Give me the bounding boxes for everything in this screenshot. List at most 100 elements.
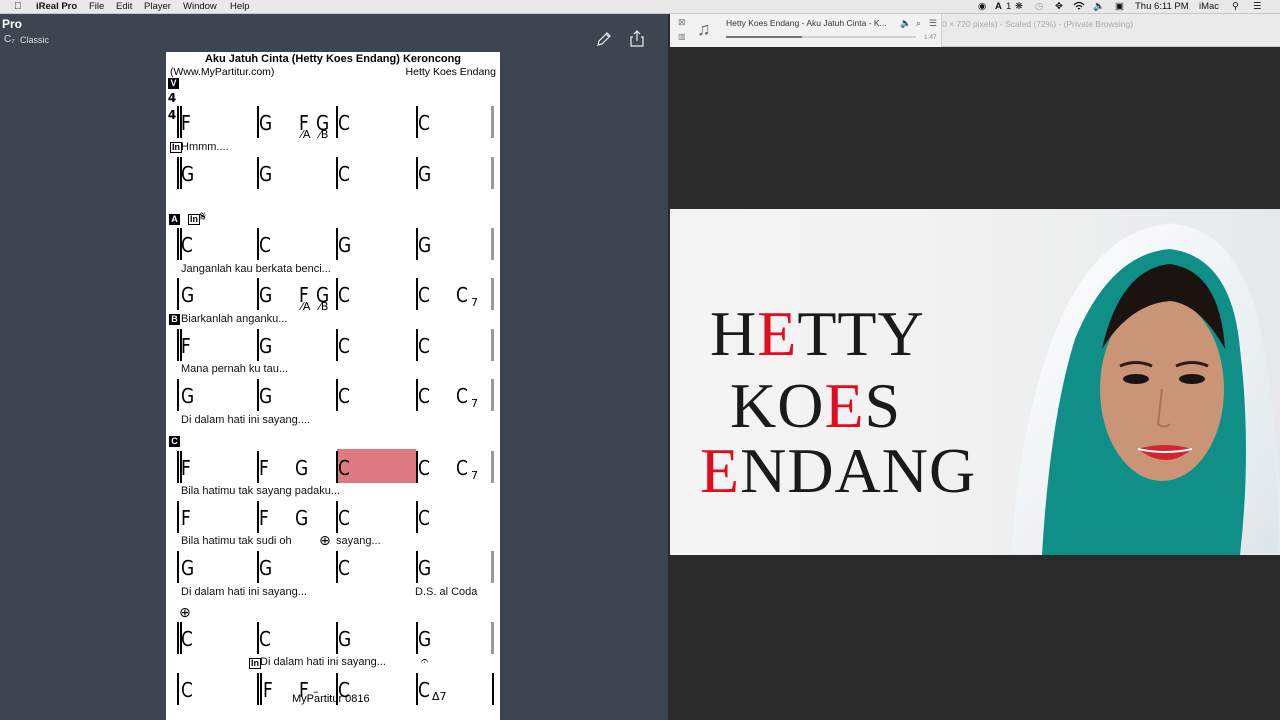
measure[interactable]: C: [257, 226, 337, 262]
menu-player[interactable]: Player: [144, 1, 171, 12]
measure[interactable]: C Δ7: [416, 671, 496, 707]
banner-line-2: KOES: [730, 370, 902, 441]
measure[interactable]: C: [336, 549, 416, 585]
chord: C: [418, 334, 430, 358]
measure[interactable]: C: [416, 104, 496, 140]
menu-help[interactable]: Help: [230, 1, 250, 12]
measure[interactable]: C: [336, 104, 416, 140]
chord-row: G G C G: [166, 549, 500, 585]
volume-icon[interactable]: 🔈: [1093, 1, 1105, 12]
menu-app[interactable]: iReal Pro: [36, 1, 77, 12]
sidebar-icon[interactable]: ▥: [678, 32, 686, 41]
user-name[interactable]: iMac: [1199, 1, 1219, 12]
adobe-icon[interactable]: A: [995, 1, 1002, 12]
measure[interactable]: C: [257, 620, 337, 656]
measure[interactable]: G: [336, 226, 416, 262]
measure[interactable]: G: [257, 549, 337, 585]
slash-bass: A: [302, 300, 311, 313]
chord: G: [259, 283, 273, 307]
measure[interactable]: C: [416, 327, 496, 363]
section-marker-a: A: [169, 214, 180, 225]
measure[interactable]: G: [416, 155, 496, 191]
chord-row: G G C CC7: [166, 377, 500, 413]
lyric-line: Di dalam hati ini sayang....: [181, 414, 311, 426]
measure[interactable]: CC7: [416, 449, 496, 485]
final-bar: [492, 673, 494, 705]
video-frame[interactable]: HETTY KOES ENDANG: [670, 209, 1280, 555]
chord: G: [259, 556, 273, 580]
share-icon[interactable]: [628, 30, 646, 48]
clock[interactable]: Thu 6:11 PM: [1135, 1, 1189, 12]
singer-portrait: [1009, 222, 1280, 555]
menu-edit[interactable]: Edit: [116, 1, 132, 12]
measure[interactable]: C: [336, 499, 416, 535]
apple-icon[interactable]: : [14, 1, 22, 12]
measure[interactable]: F: [177, 449, 257, 485]
measure[interactable]: G: [177, 377, 257, 413]
close-icon[interactable]: ⊠: [678, 17, 686, 28]
chord: G: [181, 556, 195, 580]
measure[interactable]: F: [177, 499, 257, 535]
measure[interactable]: G: [416, 620, 496, 656]
measure[interactable]: G: [416, 549, 496, 585]
weather-icon[interactable]: ❋: [1015, 1, 1023, 12]
menu-file[interactable]: File: [89, 1, 104, 12]
measure[interactable]: C: [177, 620, 257, 656]
measure[interactable]: G: [177, 549, 257, 585]
section-marker-b: B: [169, 314, 180, 325]
chord-row: G G C G: [166, 155, 500, 191]
measure[interactable]: CC7: [416, 377, 496, 413]
measure[interactable]: C: [177, 226, 257, 262]
style-label[interactable]: Classic: [20, 35, 49, 45]
notification-icon[interactable]: ☰: [1253, 1, 1262, 12]
chord-sheet[interactable]: Aku Jatuh Cinta (Hetty Koes Endang) Kero…: [166, 52, 500, 720]
measure[interactable]: C: [336, 155, 416, 191]
measure[interactable]: FG: [257, 449, 337, 485]
chord: C: [338, 384, 350, 408]
search-icon[interactable]: ⌕: [916, 18, 921, 29]
network-icon[interactable]: ✥: [1055, 1, 1063, 12]
segno-icon: 𝄋: [200, 209, 207, 225]
lyric-line: Bila hatimu tak sudi oh: [181, 535, 292, 547]
spotlight-icon[interactable]: ⚲: [1232, 1, 1239, 12]
playlist-icon[interactable]: ☰: [929, 18, 937, 29]
measure[interactable]: C: [177, 671, 257, 707]
measure[interactable]: G: [257, 327, 337, 363]
chord: C: [181, 233, 193, 257]
chord: G: [418, 162, 432, 186]
volume-icon[interactable]: 🔈: [900, 18, 911, 29]
measure[interactable]: G: [177, 276, 257, 312]
measure[interactable]: G: [257, 155, 337, 191]
chord: G: [418, 233, 432, 257]
ds-al-coda: D.S. al Coda: [415, 586, 478, 598]
measure[interactable]: G: [336, 620, 416, 656]
measure[interactable]: G: [416, 226, 496, 262]
measure[interactable]: C: [336, 377, 416, 413]
chord: F: [181, 334, 191, 358]
measure[interactable]: C: [336, 327, 416, 363]
bar-end: [491, 228, 494, 260]
measure[interactable]: C: [416, 499, 496, 535]
coda-icon: ⊕: [319, 533, 331, 549]
display-icon[interactable]: ▣: [1115, 1, 1124, 12]
menu-window[interactable]: Window: [183, 1, 217, 12]
measure[interactable]: F: [177, 327, 257, 363]
measure[interactable]: G: [177, 155, 257, 191]
chord: C: [259, 233, 271, 257]
style-icon[interactable]: C₇: [4, 34, 15, 45]
measure[interactable]: G: [257, 377, 337, 413]
measure[interactable]: C: [336, 276, 416, 312]
chord: G: [418, 556, 432, 580]
edit-icon[interactable]: [595, 30, 613, 48]
measure[interactable]: CC7: [416, 276, 496, 312]
now-playing-widget[interactable]: ⊠ ▥ ♫ Hetty Koes Endang - Aku Jatuh Cint…: [670, 14, 942, 47]
measure[interactable]: F: [177, 104, 257, 140]
record-icon[interactable]: ◉: [978, 1, 986, 12]
wifi-icon[interactable]: [1073, 1, 1085, 14]
measure-current[interactable]: C: [336, 449, 416, 485]
browser-toolbar: ⊠ ▥ ♫ Hetty Koes Endang - Aku Jatuh Cint…: [670, 14, 1280, 47]
progress-bar[interactable]: [726, 36, 916, 38]
measure[interactable]: FG: [257, 499, 337, 535]
bar-end: [491, 157, 494, 189]
timemachine-icon[interactable]: ◷: [1035, 1, 1043, 12]
